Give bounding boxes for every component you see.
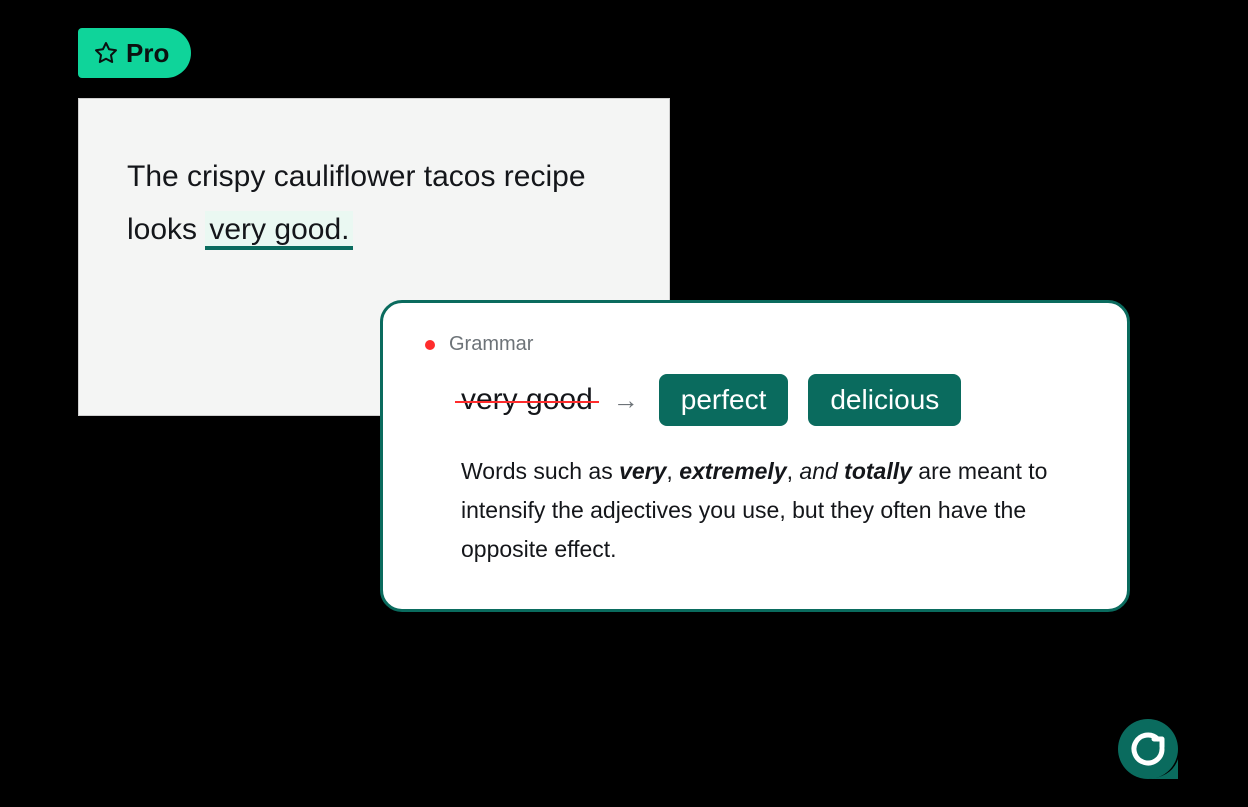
arrow-right-icon: →: [613, 385, 639, 416]
suggestion-row: very good → perfect delicious: [461, 374, 1085, 426]
suggestion-header: Grammar: [425, 333, 1085, 356]
desc-bold-word: very: [619, 458, 666, 484]
desc-bold-word: extremely: [679, 458, 786, 484]
desc-text: ,: [787, 458, 800, 484]
suggestion-description: Words such as very, extremely, and total…: [461, 452, 1085, 569]
original-phrase-strike: very good: [461, 383, 593, 417]
suggestion-option-1[interactable]: perfect: [659, 374, 789, 426]
alert-dot-icon: [425, 340, 435, 350]
suggestion-card: Grammar very good → perfect delicious Wo…: [380, 300, 1130, 612]
desc-italic-word: and: [799, 458, 837, 484]
editor-text-highlight[interactable]: very good.: [205, 211, 353, 248]
editor-text: The crispy cauliflower tacos recipe look…: [127, 151, 621, 256]
suggestion-option-2[interactable]: delicious: [808, 374, 961, 426]
desc-bold-word: totally: [844, 458, 912, 484]
star-icon: [94, 41, 118, 65]
grammarly-logo-icon: [1118, 719, 1178, 779]
suggestion-category: Grammar: [449, 333, 533, 356]
desc-text: ,: [666, 458, 679, 484]
desc-text: Words such as: [461, 458, 619, 484]
pro-badge: Pro: [78, 28, 191, 78]
editor-text-prefix: The crispy cauliflower tacos recipe look…: [127, 160, 586, 246]
pro-badge-label: Pro: [126, 38, 169, 69]
